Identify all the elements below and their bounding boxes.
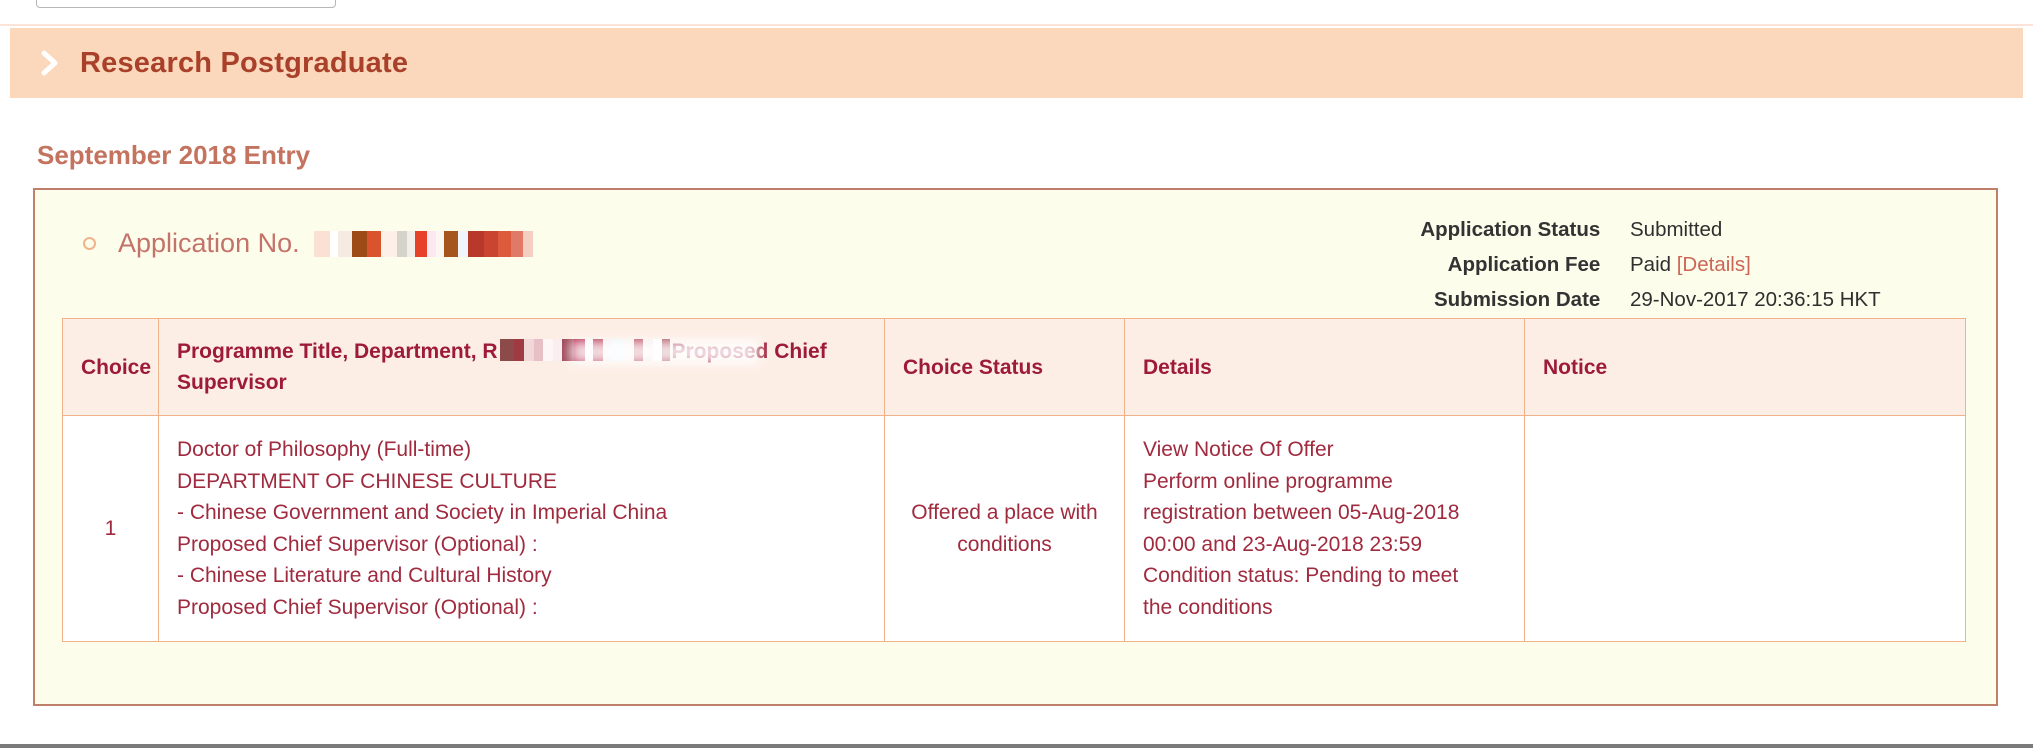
column-header-programme: Programme Title, Department, R Proposed … <box>158 318 885 416</box>
meta-value-fee: Paid [Details] <box>1630 247 1940 282</box>
redaction-smudge-top <box>540 112 612 130</box>
circle-bullet-icon <box>83 237 96 250</box>
fee-status-text: Paid <box>1630 253 1672 276</box>
details-line: Condition status: Pending to meet <box>1143 564 1459 587</box>
column-header-notice: Notice <box>1524 318 1966 416</box>
cell-choice-status: Offered a place with conditions <box>884 415 1125 642</box>
details-line: the conditions <box>1143 595 1273 619</box>
programme-line: Proposed Chief Supervisor (Optional) : <box>177 595 538 619</box>
meta-value-status: Submitted <box>1630 218 1723 241</box>
meta-label-fee: Application Fee <box>1447 253 1601 276</box>
meta-row-fee: Application Fee Paid [Details] <box>1420 247 1940 282</box>
meta-row-submission-date: Submission Date 29-Nov-2017 20:36:15 HKT <box>1420 282 1940 317</box>
choices-table: Choice Programme Title, Department, R Pr… <box>62 318 1966 642</box>
meta-label-submission-date: Submission Date <box>1433 288 1601 311</box>
programme-line: - Chinese Government and Society in Impe… <box>177 501 668 524</box>
table-header-row: Choice Programme Title, Department, R Pr… <box>62 318 1966 416</box>
details-link-view-notice[interactable]: View Notice Of Offer <box>1143 434 1506 466</box>
bottom-divider <box>0 744 2033 748</box>
details-line: 00:00 and 23-Aug-2018 23:59 <box>1143 532 1423 556</box>
application-number-label: Application No. <box>118 228 300 258</box>
application-summary: Application No. Application Status Submi… <box>35 190 1996 318</box>
column-header-choice-status: Choice Status <box>884 318 1125 416</box>
application-card: Application No. Application Status Submi… <box>33 188 1998 706</box>
programme-line: - Chinese Literature and Cultural Histor… <box>177 564 552 587</box>
application-number-redacted <box>313 230 533 257</box>
choices-table-head: Choice Programme Title, Department, R Pr… <box>62 318 1966 416</box>
details-line: Perform online programme <box>1143 469 1393 493</box>
column-header-details: Details <box>1124 318 1525 416</box>
entry-heading: September 2018 Entry <box>37 140 311 170</box>
section-header-bar-wrapper: Research Postgraduate <box>0 24 2033 100</box>
meta-label-status: Application Status <box>1420 218 1601 241</box>
column-header-choice: Choice <box>62 318 159 416</box>
programme-line: Proposed Chief Supervisor (Optional) : <box>177 532 538 556</box>
fee-details-link[interactable]: [Details] <box>1677 253 1751 276</box>
column-header-programme-prefix: Programme Title, Department, R <box>177 340 498 363</box>
application-number-row: Application No. <box>83 228 533 259</box>
programme-line: Doctor of Philosophy (Full-time) <box>177 438 472 461</box>
meta-row-status: Application Status Submitted <box>1420 212 1940 247</box>
redaction-smudge-upper <box>480 126 680 188</box>
section-title: Research Postgraduate <box>80 46 409 79</box>
table-row: 1 Doctor of Philosophy (Full-time) DEPAR… <box>62 415 1966 642</box>
choices-table-body: 1 Doctor of Philosophy (Full-time) DEPAR… <box>62 415 1966 642</box>
application-meta: Application Status Submitted Application… <box>1420 212 1940 317</box>
section-header-bar[interactable]: Research Postgraduate <box>10 28 2023 98</box>
chevron-right-icon <box>38 48 64 78</box>
research-postgraduate-page: Research Postgraduate September 2018 Ent… <box>0 0 2033 754</box>
cell-details: View Notice Of Offer Perform online prog… <box>1124 415 1525 642</box>
cell-programme-details: Doctor of Philosophy (Full-time) DEPARTM… <box>158 415 885 642</box>
programme-line: DEPARTMENT OF CHINESE CULTURE <box>177 469 557 493</box>
cell-choice-number: 1 <box>62 415 159 642</box>
column-header-redacted <box>499 339 670 361</box>
cell-notice <box>1524 415 1966 642</box>
meta-value-submission-date: 29-Nov-2017 20:36:15 HKT <box>1630 288 1881 311</box>
details-line: registration between 05-Aug-2018 <box>1143 501 1460 524</box>
